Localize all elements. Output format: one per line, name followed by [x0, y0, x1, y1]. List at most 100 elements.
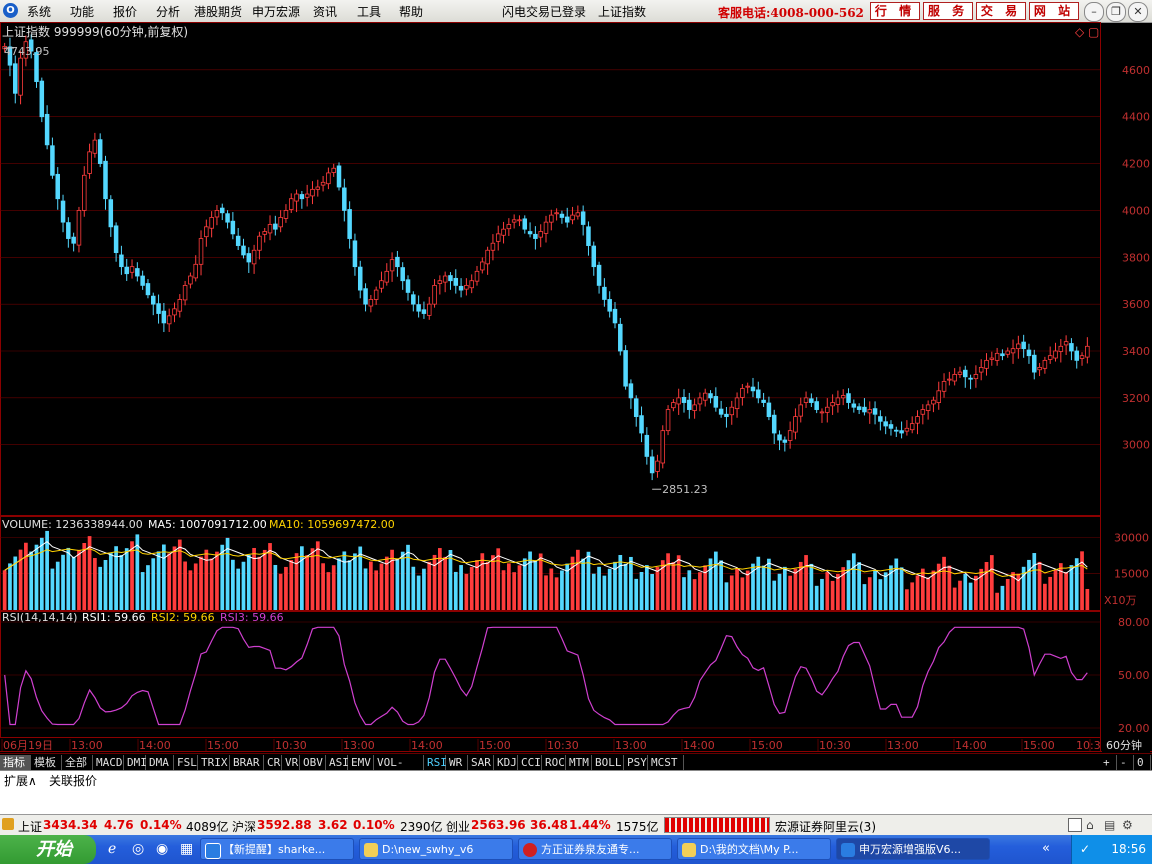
- tab-fsl[interactable]: FSL: [174, 755, 198, 770]
- tab-macd[interactable]: MACD: [93, 755, 124, 770]
- volume-bar: [108, 553, 113, 610]
- candle-body: [607, 299, 612, 312]
- tab-mtm[interactable]: MTM: [566, 755, 592, 770]
- tray-up-icon[interactable]: «: [1042, 841, 1050, 856]
- lower-tab-bar: 扩展∧ 关联报价: [0, 770, 1152, 788]
- menu-item-analysis[interactable]: 分析: [156, 3, 180, 20]
- tab-psy[interactable]: PSY: [624, 755, 648, 770]
- tab-expand[interactable]: 扩展∧: [4, 772, 37, 789]
- menu-item-function[interactable]: 功能: [70, 3, 94, 20]
- zoom-out-button[interactable]: -: [1117, 755, 1134, 770]
- time-tick-label: 10:30: [275, 739, 307, 752]
- minimize-icon[interactable]: –: [1084, 2, 1104, 22]
- menu-item-help[interactable]: 帮助: [399, 3, 423, 20]
- candle-body: [559, 213, 565, 218]
- menu-item-tools[interactable]: 工具: [357, 3, 381, 20]
- tab-sar[interactable]: SAR: [468, 755, 494, 770]
- tab-rsi[interactable]: RSI: [424, 755, 447, 770]
- period-label[interactable]: 60分钟: [1106, 738, 1142, 752]
- volume-bar: [103, 559, 108, 610]
- start-button[interactable]: 开始: [0, 835, 96, 864]
- volume-bar: [650, 573, 655, 610]
- tab-related-quotes[interactable]: 关联报价: [49, 772, 97, 789]
- close-icon[interactable]: ✕: [1128, 2, 1148, 22]
- volume-bar: [756, 556, 761, 610]
- tab-boll[interactable]: BOLL: [592, 755, 624, 770]
- task-reminder[interactable]: 【新提醒】sharke...: [200, 838, 354, 860]
- settings-icon[interactable]: ⚙: [1122, 818, 1133, 832]
- candle-body: [257, 235, 262, 251]
- menu-item-system[interactable]: 系统: [27, 3, 51, 20]
- tab-mcst[interactable]: MCST: [648, 755, 684, 770]
- tab-indicator[interactable]: 指标: [0, 755, 31, 770]
- candle-body: [777, 434, 782, 441]
- tab-kdj[interactable]: KDJ: [494, 755, 518, 770]
- quicklaunch-icon[interactable]: ▦: [180, 841, 193, 857]
- candle-body: [432, 284, 437, 305]
- candle-body: [968, 377, 973, 380]
- tab-trix[interactable]: TRIX: [198, 755, 230, 770]
- task-founder-securities[interactable]: 方正证券泉友通专...: [518, 838, 672, 860]
- zoom-in-button[interactable]: +: [1100, 755, 1117, 770]
- panel-icon[interactable]: [1068, 818, 1082, 832]
- volume-bar: [570, 556, 575, 610]
- candle-body: [437, 280, 443, 284]
- candle-body: [458, 285, 464, 291]
- menu-item-quote[interactable]: 报价: [113, 3, 137, 20]
- security-icon[interactable]: ✓: [1080, 842, 1090, 856]
- task-swhy-app[interactable]: 申万宏源增强版V6...: [836, 838, 990, 860]
- tab-dma[interactable]: DMA: [146, 755, 174, 770]
- website-button[interactable]: 网 站: [1029, 2, 1079, 20]
- volume-bar: [761, 565, 766, 610]
- volume-bar: [851, 553, 856, 610]
- signal-icon[interactable]: ⌂: [1086, 818, 1094, 832]
- menu-item-hk-futures[interactable]: 港股期货: [194, 3, 242, 20]
- tab-brar[interactable]: BRAR: [230, 755, 264, 770]
- tab-dmi[interactable]: DMI: [124, 755, 147, 770]
- menu-item-swhy[interactable]: 申万宏源: [252, 3, 300, 20]
- browser-icon[interactable]: ◎: [132, 841, 144, 857]
- restore-icon[interactable]: ❐: [1106, 2, 1126, 22]
- candle-body: [490, 242, 496, 251]
- volume-bar: [29, 551, 34, 610]
- lock-icon[interactable]: ▤: [1104, 818, 1115, 832]
- volume-bar: [151, 558, 156, 610]
- tab-all[interactable]: 全部: [62, 755, 93, 770]
- ie-icon[interactable]: ℯ: [108, 841, 116, 857]
- chart-expand-icon[interactable]: ◇ ▢: [1075, 25, 1099, 39]
- volume-bar: [862, 584, 867, 610]
- kline-chart[interactable]: 3000 3200 3400 3600 3800 4000 4200 4400 4600 1500…: [0, 22, 1152, 752]
- task-folder-swhy[interactable]: D:\new_swhy_v6: [359, 838, 513, 860]
- tab-vol-tdx[interactable]: VOL-TDX: [374, 755, 424, 784]
- chrome-icon[interactable]: ◉: [156, 841, 168, 857]
- market-icon[interactable]: [2, 818, 14, 830]
- tab-roc[interactable]: ROC: [542, 755, 566, 770]
- tab-vr[interactable]: VR: [282, 755, 300, 770]
- candle-body: [570, 214, 575, 221]
- tab-obv[interactable]: OBV: [300, 755, 326, 770]
- quote-button[interactable]: 行 情: [870, 2, 920, 20]
- candle-body: [363, 288, 368, 305]
- trade-button[interactable]: 交 易: [976, 2, 1026, 20]
- volume-bar: [395, 558, 400, 610]
- tab-wr[interactable]: WR: [446, 755, 468, 770]
- menu-item-news[interactable]: 资讯: [313, 3, 337, 20]
- volume-bar: [400, 551, 405, 610]
- volume-bar: [172, 546, 177, 610]
- tab-emv[interactable]: EMV: [348, 755, 374, 770]
- app-logo-icon[interactable]: O: [3, 3, 18, 18]
- tab-template[interactable]: 模板: [31, 755, 62, 770]
- founder-icon: [523, 843, 537, 857]
- tab-asi[interactable]: ASI: [326, 755, 349, 770]
- chart-area[interactable]: 3000 3200 3400 3600 3800 4000 4200 4400 4600 1500…: [0, 22, 1152, 752]
- reset-button[interactable]: 0: [1134, 755, 1151, 770]
- task-my-documents[interactable]: D:\我的文档\My P...: [677, 838, 831, 860]
- service-button[interactable]: 服 务: [923, 2, 973, 20]
- tab-cr[interactable]: CR: [264, 755, 282, 770]
- volume-bar: [353, 553, 357, 610]
- candle-body: [978, 366, 984, 373]
- volume-bar: [883, 572, 888, 610]
- volume-bar: [448, 550, 453, 610]
- tab-cci[interactable]: CCI: [518, 755, 542, 770]
- volume-bar: [820, 578, 824, 610]
